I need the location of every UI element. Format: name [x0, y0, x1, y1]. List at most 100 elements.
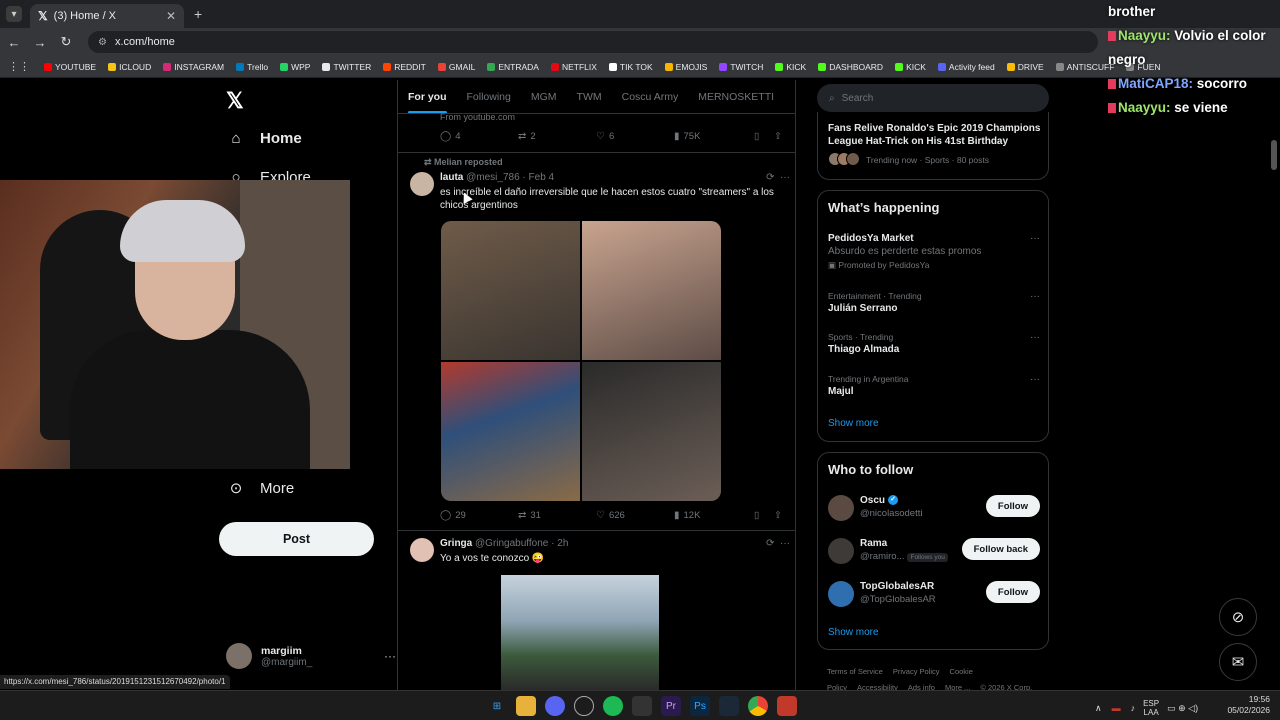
trend-item[interactable]: Sports · Trending Thiago Almada ···	[828, 332, 1040, 355]
footer-link[interactable]: Terms of Service	[827, 667, 883, 676]
bookmark-item[interactable]: REDDIT	[383, 62, 426, 72]
discord-icon[interactable]	[545, 696, 565, 716]
show-more-link[interactable]: Show more	[828, 418, 879, 429]
bookmark-item[interactable]: GMAIL	[437, 62, 475, 72]
windows-start-icon[interactable]: ⊞	[487, 696, 507, 716]
premiere-icon[interactable]: Pr	[661, 696, 681, 716]
follow-suggestion[interactable]: Oscu ✓ @nicolasodetti Follow	[828, 493, 1040, 523]
network-icon[interactable]: ▭ ⊕ ◁)	[1167, 703, 1198, 714]
bookmark-item[interactable]: EMOJIS	[664, 62, 707, 72]
trend-item[interactable]: PedidosYa Market Absurdo es perderte est…	[828, 233, 1040, 271]
app-icon[interactable]	[632, 696, 652, 716]
bookmark-item[interactable]: INSTAGRAM	[163, 62, 224, 72]
apps-icon[interactable]: ⋮⋮	[8, 60, 30, 73]
feed-tab[interactable]: TWM	[567, 80, 612, 113]
site-settings-icon[interactable]: ⚙	[98, 37, 107, 48]
bookmark-item[interactable]: TIK TOK	[608, 62, 653, 72]
avatar[interactable]	[828, 538, 854, 564]
follow-suggestion[interactable]: Rama @ramiro... Follows you Follow back	[828, 536, 1040, 566]
avatar[interactable]	[410, 172, 434, 196]
follow-button[interactable]: Follow	[985, 581, 1040, 603]
chrome-icon[interactable]	[748, 696, 768, 716]
bookmark-item[interactable]: NETFLIX	[550, 62, 597, 72]
obs-icon[interactable]	[574, 696, 594, 716]
clock[interactable]: 19:56 05/02/2026	[1226, 694, 1270, 716]
messages-icon[interactable]: ✉	[1219, 643, 1257, 681]
bookmark-icon[interactable]: ▯	[754, 131, 774, 142]
bookmark-item[interactable]: ENTRADA	[487, 62, 539, 72]
repost-button[interactable]: ⇄ 2	[518, 131, 596, 142]
bookmark-item[interactable]: TWITTER	[322, 62, 371, 72]
bookmark-item[interactable]: Trello	[236, 62, 268, 72]
more-dots-icon[interactable]: ···	[1030, 332, 1040, 343]
footer-link[interactable]: Privacy Policy	[893, 667, 940, 676]
more-dots-icon[interactable]: ···	[384, 649, 396, 663]
forward-icon[interactable]: →	[28, 35, 52, 50]
bookmark-item[interactable]: ICLOUD	[108, 62, 151, 72]
avatar[interactable]	[410, 538, 434, 562]
bookmark-item[interactable]: DRIVE	[1006, 62, 1044, 72]
tweet-handle[interactable]: @Gringabuffone · 2h	[475, 538, 568, 549]
avatar[interactable]	[828, 495, 854, 521]
bookmark-item[interactable]: DASHBOARD	[818, 62, 883, 72]
nav-home[interactable]: ⌂ Home	[226, 130, 301, 147]
more-dots-icon[interactable]: ···	[1030, 233, 1040, 244]
views-button[interactable]: ▮ 75K	[674, 131, 754, 142]
back-icon[interactable]: ←	[2, 35, 26, 50]
news-title[interactable]: Fans Relive Ronaldo's Epic 2019 Champion…	[828, 122, 1042, 148]
tweet-more-icon[interactable]: ⟳ ···	[766, 172, 790, 183]
more-dots-icon[interactable]: ···	[1030, 374, 1040, 385]
browser-tab[interactable]: 𝕏 (3) Home / X ✕	[30, 4, 184, 28]
follow-button[interactable]: Follow	[985, 495, 1040, 517]
trend-item[interactable]: Entertainment · Trending Julián Serrano …	[828, 291, 1040, 314]
views-button[interactable]: ▮ 12K	[674, 510, 754, 521]
follow-back-button[interactable]: Follow back	[961, 538, 1040, 560]
media-photo-1[interactable]	[441, 221, 580, 360]
bookmark-item[interactable]: ANTISCUFF	[1055, 62, 1114, 72]
tweet-author[interactable]: Gringa	[440, 538, 472, 549]
bookmark-item[interactable]: KICK	[775, 62, 806, 72]
url-field[interactable]: ⚙ x.com/home	[88, 31, 1098, 53]
bookmark-item[interactable]: KICK	[895, 62, 926, 72]
reply-button[interactable]: ◯ 29	[440, 510, 518, 521]
bookmark-item[interactable]: YOUTUBE	[44, 62, 96, 72]
new-tab-button[interactable]: +	[194, 6, 202, 22]
search-input[interactable]: ⌕ Search	[817, 84, 1049, 112]
tweet-author[interactable]: lauta	[440, 172, 463, 183]
file-explorer-icon[interactable]	[516, 696, 536, 716]
bookmark-item[interactable]: TWITCH	[719, 62, 763, 72]
tweet-handle[interactable]: @mesi_786 · Feb 4	[466, 172, 554, 183]
reload-icon[interactable]: ↻	[54, 34, 78, 50]
close-tab-icon[interactable]: ✕	[166, 9, 176, 23]
reply-button[interactable]: ◯ 4	[440, 131, 518, 142]
tab-search-button[interactable]: ▾	[6, 6, 22, 22]
like-button[interactable]: ♡ 6	[596, 131, 674, 142]
feed-tab[interactable]: For you	[398, 80, 457, 113]
like-button[interactable]: ♡ 626	[596, 510, 674, 521]
feed-tab[interactable]: Coscu Army	[612, 80, 689, 113]
chevron-up-icon[interactable]: ∧	[1095, 703, 1102, 714]
bookmark-icon[interactable]: ▯	[754, 510, 774, 521]
bookmark-item[interactable]: Activity feed	[937, 62, 995, 72]
nav-more[interactable]: ⊙ More	[226, 479, 294, 498]
avatar[interactable]	[828, 581, 854, 607]
app-icon[interactable]	[777, 696, 797, 716]
media-photo-2[interactable]	[582, 221, 721, 360]
follow-suggestion[interactable]: TopGlobalesAR @TopGlobalesAR Follow	[828, 579, 1040, 609]
tweet-media-grid[interactable]	[441, 221, 721, 501]
feed-tab[interactable]: MERNOSKETTI	[688, 80, 784, 113]
share-icon[interactable]: ⇧	[774, 131, 782, 142]
more-dots-icon[interactable]: ···	[1030, 291, 1040, 302]
tray-app-icon[interactable]: ▬	[1112, 703, 1121, 713]
tweet-media-photo[interactable]	[501, 575, 659, 690]
post-button[interactable]: Post	[219, 522, 374, 556]
x-logo-icon[interactable]: 𝕏	[226, 88, 244, 114]
feed-tab[interactable]: Following	[457, 80, 521, 113]
spotify-icon[interactable]	[603, 696, 623, 716]
photoshop-icon[interactable]: Ps	[690, 696, 710, 716]
account-switcher[interactable]: margiim @margiim_ ···	[226, 643, 396, 669]
bookmark-item[interactable]: WPP	[280, 62, 310, 72]
grok-icon[interactable]: ⊘	[1219, 598, 1257, 636]
media-photo-3[interactable]	[441, 362, 580, 501]
show-more-link[interactable]: Show more	[828, 627, 879, 638]
